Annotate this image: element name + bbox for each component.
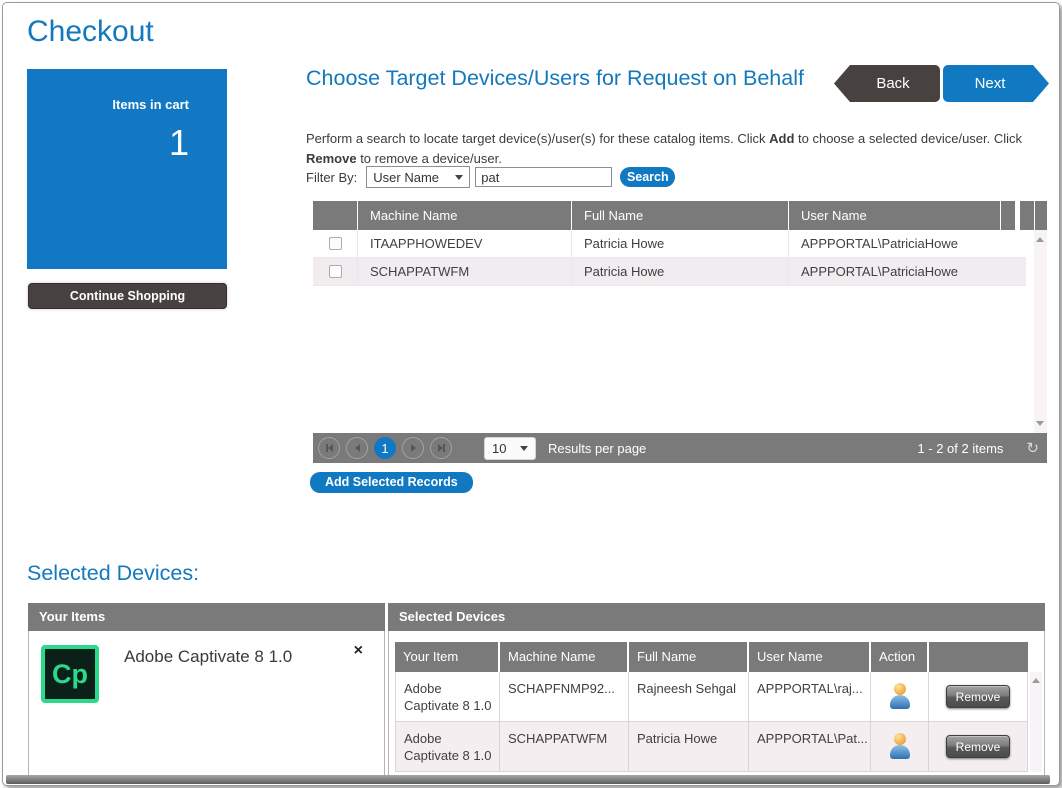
cell-user-name: APPPORTAL\PatriciaHowe	[788, 258, 1000, 285]
cell-user-name: APPPORTAL\raj...	[749, 672, 871, 721]
next-button[interactable]: Next	[943, 65, 1049, 102]
instructions-bold-add: Add	[769, 131, 794, 146]
cell-full-name: Patricia Howe	[571, 230, 788, 257]
instructions-part2: to choose a selected device/user. Click	[794, 131, 1022, 146]
remove-button[interactable]: Remove	[946, 685, 1010, 708]
filter-field-select[interactable]: User Name	[366, 166, 470, 188]
column-header-user-name[interactable]: User Name	[788, 201, 1000, 230]
page-size-value: 10	[492, 441, 506, 456]
next-page-icon	[411, 444, 416, 452]
column-header-action[interactable]: Action	[871, 642, 927, 672]
scroll-up-icon[interactable]	[1032, 678, 1040, 683]
cell-remove: Remove	[929, 672, 1028, 721]
cart-label: Items in cart	[27, 97, 189, 112]
column-header-remove	[929, 642, 1028, 672]
filter-field-value: User Name	[373, 170, 439, 185]
instructions-part1: Perform a search to locate target device…	[306, 131, 769, 146]
table-row[interactable]: ITAAPPHOWEDEV Patricia Howe APPPORTAL\Pa…	[313, 230, 1026, 258]
your-items-panel-header: Your Items	[28, 603, 385, 631]
scroll-up-icon[interactable]	[1036, 237, 1044, 242]
filter-row: Filter By: User Name Search	[306, 165, 675, 189]
filter-by-label: Filter By:	[306, 170, 357, 185]
row-checkbox[interactable]	[329, 265, 342, 278]
your-items-panel: Cp Adobe Captivate 8 1.0 ×	[28, 631, 385, 776]
current-page-button[interactable]: 1	[374, 437, 396, 459]
prev-page-button[interactable]	[346, 437, 368, 459]
cell-machine-name: ITAAPPHOWEDEV	[357, 230, 571, 257]
column-header-full-name[interactable]: Full Name	[571, 201, 788, 230]
cell-user-name: APPPORTAL\Pat...	[749, 722, 871, 771]
scroll-down-icon[interactable]	[1036, 421, 1044, 426]
cell-action	[871, 672, 929, 721]
first-page-button[interactable]	[318, 437, 340, 459]
instructions-part3: to remove a device/user.	[357, 151, 502, 166]
table-row: Adobe Captivate 8 1.0 SCHAPPATWFM Patric…	[395, 722, 1028, 772]
selected-devices-table: Your Item Machine Name Full Name User Na…	[395, 642, 1028, 772]
cell-machine-name: SCHAPPATWFM	[500, 722, 629, 771]
refresh-icon[interactable]: ↻	[1026, 439, 1039, 457]
last-page-button[interactable]	[430, 437, 452, 459]
results-grid-body: ITAAPPHOWEDEV Patricia Howe APPPORTAL\Pa…	[313, 230, 1034, 433]
vertical-scrollbar[interactable]	[1034, 230, 1047, 433]
chevron-down-icon	[455, 175, 463, 180]
cell-your-item: Adobe Captivate 8 1.0	[395, 722, 500, 771]
checkbox-column-header	[313, 201, 357, 230]
user-icon[interactable]	[889, 683, 911, 710]
results-per-page-label: Results per page	[548, 441, 646, 456]
search-input[interactable]	[475, 167, 612, 187]
cell-your-item: Adobe Captivate 8 1.0	[395, 672, 500, 721]
cell-machine-name: SCHAPFNMP92...	[500, 672, 629, 721]
cell-full-name: Patricia Howe	[571, 258, 788, 285]
bottom-edge-bar	[6, 775, 1050, 784]
page-title: Checkout	[27, 15, 154, 49]
spacer-column-header	[1020, 201, 1034, 230]
cell-machine-name: SCHAPPATWFM	[357, 258, 571, 285]
user-icon[interactable]	[889, 733, 911, 760]
table-row: Adobe Captivate 8 1.0 SCHAPFNMP92... Raj…	[395, 672, 1028, 722]
cart-item-name: Adobe Captivate 8 1.0	[124, 647, 292, 667]
prev-page-icon	[355, 444, 360, 452]
pager-bar: 1 10 Results per page 1 - 2 of 2 items ↻	[313, 433, 1047, 463]
selected-devices-panel: Your Item Machine Name Full Name User Na…	[388, 631, 1045, 776]
results-grid-header: Machine Name Full Name User Name	[313, 201, 1047, 230]
add-selected-records-button[interactable]: Add Selected Records	[310, 472, 473, 493]
spacer-column-header	[1000, 201, 1015, 230]
cell-full-name: Patricia Howe	[629, 722, 749, 771]
cell-action	[871, 722, 929, 771]
cart-summary-box: Items in cart 1	[27, 69, 227, 269]
back-button[interactable]: Back	[834, 65, 940, 102]
cell-remove: Remove	[929, 722, 1028, 771]
items-count-label: 1 - 2 of 2 items	[917, 441, 1003, 456]
cell-full-name: Rajneesh Sehgal	[629, 672, 749, 721]
column-header-user-name[interactable]: User Name	[749, 642, 869, 672]
selected-devices-panel-header: Selected Devices	[388, 603, 1045, 631]
selected-devices-heading: Selected Devices:	[27, 561, 199, 586]
close-icon[interactable]: ×	[354, 642, 363, 660]
column-header-machine-name[interactable]: Machine Name	[357, 201, 571, 230]
continue-shopping-button[interactable]: Continue Shopping	[28, 283, 227, 309]
chevron-down-icon	[520, 446, 528, 451]
column-header-machine-name[interactable]: Machine Name	[500, 642, 627, 672]
selected-devices-table-header: Your Item Machine Name Full Name User Na…	[395, 642, 1028, 672]
column-header-full-name[interactable]: Full Name	[629, 642, 747, 672]
vertical-scrollbar[interactable]	[1030, 672, 1042, 772]
next-page-button[interactable]	[402, 437, 424, 459]
spacer-column-header	[1034, 201, 1047, 230]
adobe-captivate-icon: Cp	[41, 645, 99, 703]
table-row[interactable]: SCHAPPATWFM Patricia Howe APPPORTAL\Patr…	[313, 258, 1026, 286]
cart-count: 1	[27, 122, 189, 164]
row-checkbox[interactable]	[329, 237, 342, 250]
search-button[interactable]: Search	[620, 167, 675, 187]
cell-user-name: APPPORTAL\PatriciaHowe	[788, 230, 1000, 257]
remove-button[interactable]: Remove	[946, 735, 1010, 758]
instructions-bold-remove: Remove	[306, 151, 357, 166]
section-heading: Choose Target Devices/Users for Request …	[306, 64, 806, 92]
column-header-your-item[interactable]: Your Item	[395, 642, 498, 672]
checkout-page: Checkout Items in cart 1 Continue Shoppi…	[2, 2, 1060, 786]
instructions-text: Perform a search to locate target device…	[306, 129, 1054, 168]
page-size-select[interactable]: 10	[484, 437, 536, 460]
